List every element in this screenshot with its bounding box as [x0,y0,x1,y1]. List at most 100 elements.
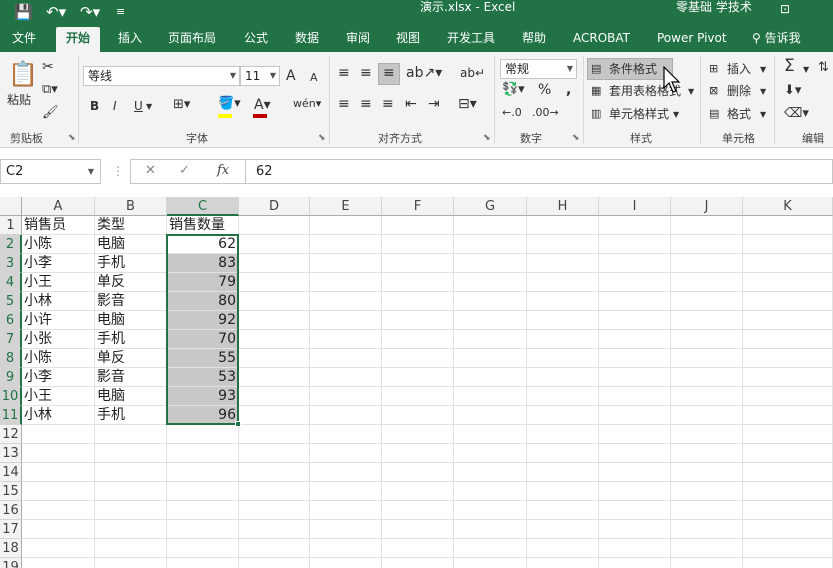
cell-g1[interactable] [454,216,527,235]
cell-i16[interactable] [599,501,671,520]
bold-button[interactable]: B [90,98,99,114]
cell-d18[interactable] [239,539,310,558]
increase-indent-icon[interactable]: ⇥ [428,96,440,112]
cell-j15[interactable] [671,482,743,501]
tell-me-box[interactable]: ⚲ 告诉我 [742,27,811,52]
cell-h10[interactable] [527,387,599,406]
row-header-2[interactable]: 2 [0,235,22,254]
fill-handle[interactable] [235,421,241,427]
cell-a15[interactable] [22,482,95,501]
tab-data[interactable]: 数据 [285,27,329,52]
align-right-icon[interactable]: ≡ [382,96,394,112]
cell-d9[interactable] [239,368,310,387]
cell-h16[interactable] [527,501,599,520]
cell-a2[interactable]: 小陈 [22,235,95,254]
cell-j10[interactable] [671,387,743,406]
cell-h12[interactable] [527,425,599,444]
cell-e15[interactable] [310,482,382,501]
phonetic-guide-icon[interactable]: wén▾ [293,96,321,112]
cell-f9[interactable] [382,368,454,387]
paste-button-label[interactable]: 粘贴 [7,92,31,108]
cell-i4[interactable] [599,273,671,292]
column-header-d[interactable]: D [239,197,310,216]
cell-k17[interactable] [743,520,833,539]
cell-k5[interactable] [743,292,833,311]
italic-button[interactable]: I [113,98,117,114]
tab-developer[interactable]: 开发工具 [437,27,505,52]
cell-a14[interactable] [22,463,95,482]
underline-button[interactable]: U [134,98,143,114]
cell-b18[interactable] [95,539,167,558]
row-header-7[interactable]: 7 [0,330,22,349]
cell-i11[interactable] [599,406,671,425]
row-header-15[interactable]: 15 [0,482,22,501]
cell-k13[interactable] [743,444,833,463]
cell-k8[interactable] [743,349,833,368]
cell-c15[interactable] [167,482,239,501]
cell-b2[interactable]: 电脑 [95,235,167,254]
row-header-9[interactable]: 9 [0,368,22,387]
cell-c18[interactable] [167,539,239,558]
cell-g4[interactable] [454,273,527,292]
row-header-11[interactable]: 11 [0,406,22,425]
cell-i3[interactable] [599,254,671,273]
cell-i19[interactable] [599,558,671,568]
cell-i10[interactable] [599,387,671,406]
autosum-button[interactable]: Σ [784,58,795,75]
cell-c19[interactable] [167,558,239,568]
cell-b3[interactable]: 手机 [95,254,167,273]
row-header-16[interactable]: 16 [0,501,22,520]
column-header-f[interactable]: F [382,197,454,216]
cell-d6[interactable] [239,311,310,330]
cell-f3[interactable] [382,254,454,273]
tab-formulas[interactable]: 公式 [234,27,278,52]
decrease-decimal-icon[interactable]: .00→ [532,105,559,121]
cell-k4[interactable] [743,273,833,292]
cell-k12[interactable] [743,425,833,444]
tab-view[interactable]: 视图 [386,27,430,52]
cell-d15[interactable] [239,482,310,501]
cell-e12[interactable] [310,425,382,444]
cell-d4[interactable] [239,273,310,292]
cell-a19[interactable] [22,558,95,568]
cell-j7[interactable] [671,330,743,349]
row-header-14[interactable]: 14 [0,463,22,482]
font-name-dropdown[interactable]: 等线 ▼ [83,66,240,86]
cell-a3[interactable]: 小李 [22,254,95,273]
font-color-icon[interactable]: A▾ [254,97,271,113]
comma-style-button[interactable]: , [566,82,571,98]
number-launcher-icon[interactable]: ⬊ [572,133,580,143]
alignment-launcher-icon[interactable]: ⬊ [483,133,491,143]
cell-a12[interactable] [22,425,95,444]
cell-e2[interactable] [310,235,382,254]
cell-c13[interactable] [167,444,239,463]
cell-c5[interactable]: 80 [167,292,239,311]
cell-g6[interactable] [454,311,527,330]
cell-e1[interactable] [310,216,382,235]
cell-b6[interactable]: 电脑 [95,311,167,330]
cell-j3[interactable] [671,254,743,273]
insert-function-button[interactable]: fx [217,163,229,178]
tab-home[interactable]: 开始 [56,27,101,52]
save-icon[interactable]: 💾 [14,3,33,21]
cell-h3[interactable] [527,254,599,273]
cell-d10[interactable] [239,387,310,406]
align-bottom-icon[interactable]: ≡ [383,65,395,81]
column-header-a[interactable]: A [22,197,95,216]
cell-i7[interactable] [599,330,671,349]
cell-e19[interactable] [310,558,382,568]
cell-i2[interactable] [599,235,671,254]
cell-h9[interactable] [527,368,599,387]
cut-icon[interactable]: ✂ [42,59,54,75]
increase-decimal-icon[interactable]: ←.0 [502,105,522,121]
cell-a5[interactable]: 小林 [22,292,95,311]
cell-b5[interactable]: 影音 [95,292,167,311]
cell-h11[interactable] [527,406,599,425]
cell-b10[interactable]: 电脑 [95,387,167,406]
cell-f6[interactable] [382,311,454,330]
cell-c2[interactable]: 62 [167,235,239,254]
row-header-19[interactable]: 19 [0,558,22,568]
row-header-10[interactable]: 10 [0,387,22,406]
cell-j13[interactable] [671,444,743,463]
cell-i9[interactable] [599,368,671,387]
